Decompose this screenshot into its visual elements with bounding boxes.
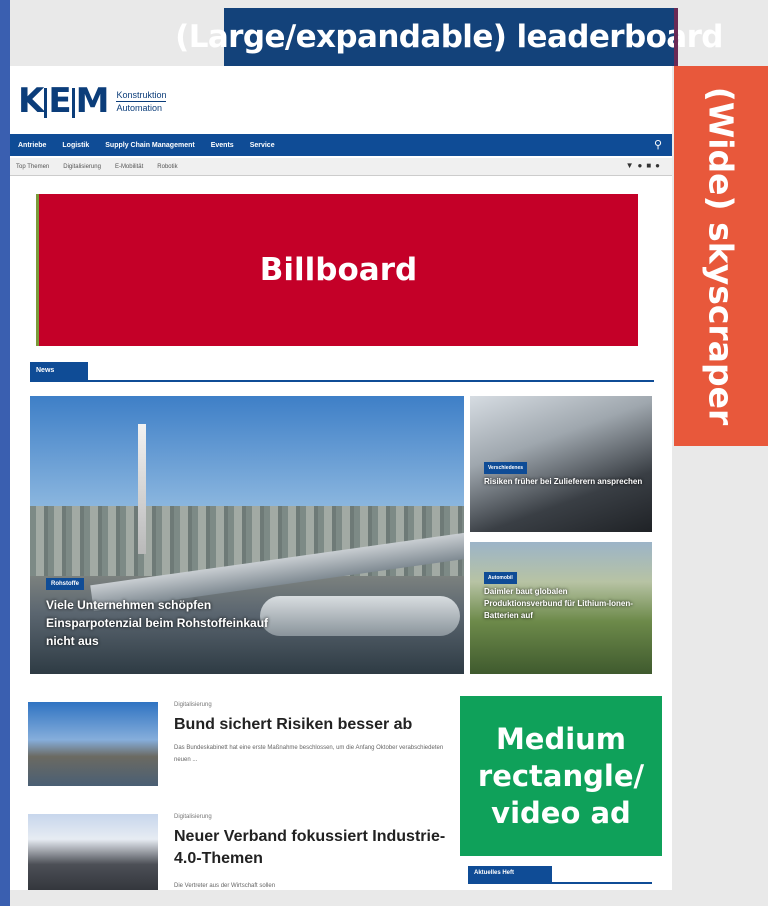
subnav-item[interactable]: E-Mobilität [115,164,143,170]
article-thumbnail[interactable] [28,814,158,890]
side-story-tag[interactable]: Automobil [484,572,517,584]
article-teaser[interactable]: Digitalisierung Bund sichert Risiken bes… [28,702,458,796]
hero-title[interactable]: Viele Unternehmen schöpfen Einsparpotenz… [46,596,276,650]
medium-rectangle-label: Medium rectangle/ video ad [477,721,645,830]
current-issue-tab[interactable]: Aktuelles Heft [468,866,552,882]
hero-story[interactable]: Rohstoffe Viele Unternehmen schöpfen Ein… [30,396,464,674]
main-navigation: Antriebe Logistik Supply Chain Managemen… [10,134,672,156]
subnav-item[interactable]: Robotik [157,164,177,170]
hero-image-tower [138,424,146,554]
article-thumbnail[interactable] [28,702,158,786]
article-teaser[interactable]: Digitalisierung Neuer Verband fokussiert… [28,814,458,890]
billboard-ad-slot: Billboard [36,194,638,346]
medium-rectangle-ad-slot: Medium rectangle/ video ad [460,696,662,856]
news-section-tab[interactable]: News [30,362,88,380]
hero-image-pipe [260,596,460,636]
nav-item[interactable]: Service [250,142,275,149]
website-mockup: KEM Konstruktion Automation Antriebe Log… [10,66,672,890]
side-story-tag[interactable]: Verschiedenes [484,462,528,474]
current-issue-divider [468,882,652,884]
sub-navigation: Top Themen Digitalisierung E-Mobilität R… [10,158,672,176]
search-icon[interactable]: ⚲ [654,138,662,151]
article-category: Digitalisierung [174,814,212,820]
nav-item[interactable]: Supply Chain Management [105,142,194,149]
subnav-item[interactable]: Digitalisierung [63,164,101,170]
side-story[interactable]: Automobil Daimler baut globalen Produkti… [470,542,652,674]
nav-item[interactable]: Logistik [62,142,89,149]
article-summary: Das Bundeskabinett hat eine erste Maßnah… [174,745,444,763]
nav-item[interactable]: Events [211,142,234,149]
article-summary: Die Vertreter aus der Wirtschaft sollen [174,883,276,889]
side-story-title[interactable]: Risiken früher bei Zulieferern anspreche… [484,476,644,488]
subnav-item[interactable]: Top Themen [16,164,49,170]
side-story-title[interactable]: Daimler baut globalen Produktionsverbund… [484,586,644,622]
logo-line-2: Automation [116,102,162,113]
leaderboard-label: (Large/expandable) leaderboard [175,19,723,55]
nav-item[interactable]: Antriebe [18,142,46,149]
left-accent-bar [0,0,10,906]
article-headline[interactable]: Neuer Verband fokussiert Industrie-4.0-T… [174,826,454,870]
leaderboard-ad-slot: (Large/expandable) leaderboard [175,8,723,66]
logo-mark: KEM [18,81,109,121]
skyscraper-ad-slot: (Wide) skyscraper [674,66,768,446]
ad-format-illustration: (Large/expandable) leaderboard (Wide) sk… [0,0,768,906]
skyscraper-label: (Wide) skyscraper [701,86,741,426]
article-category: Digitalisierung [174,702,212,708]
hero-tag[interactable]: Rohstoffe [46,578,84,590]
news-section-divider [30,380,654,382]
side-story[interactable]: Verschiedenes Risiken früher bei Zuliefe… [470,396,652,532]
billboard-label: Billboard [259,252,418,288]
social-icons[interactable]: ▼●■● [626,161,664,170]
logo-line-1: Konstruktion [116,89,167,102]
site-logo[interactable]: KEM Konstruktion Automation [18,81,167,121]
article-headline[interactable]: Bund sichert Risiken besser ab [174,714,454,736]
logo-subtitle: Konstruktion Automation [116,89,167,114]
